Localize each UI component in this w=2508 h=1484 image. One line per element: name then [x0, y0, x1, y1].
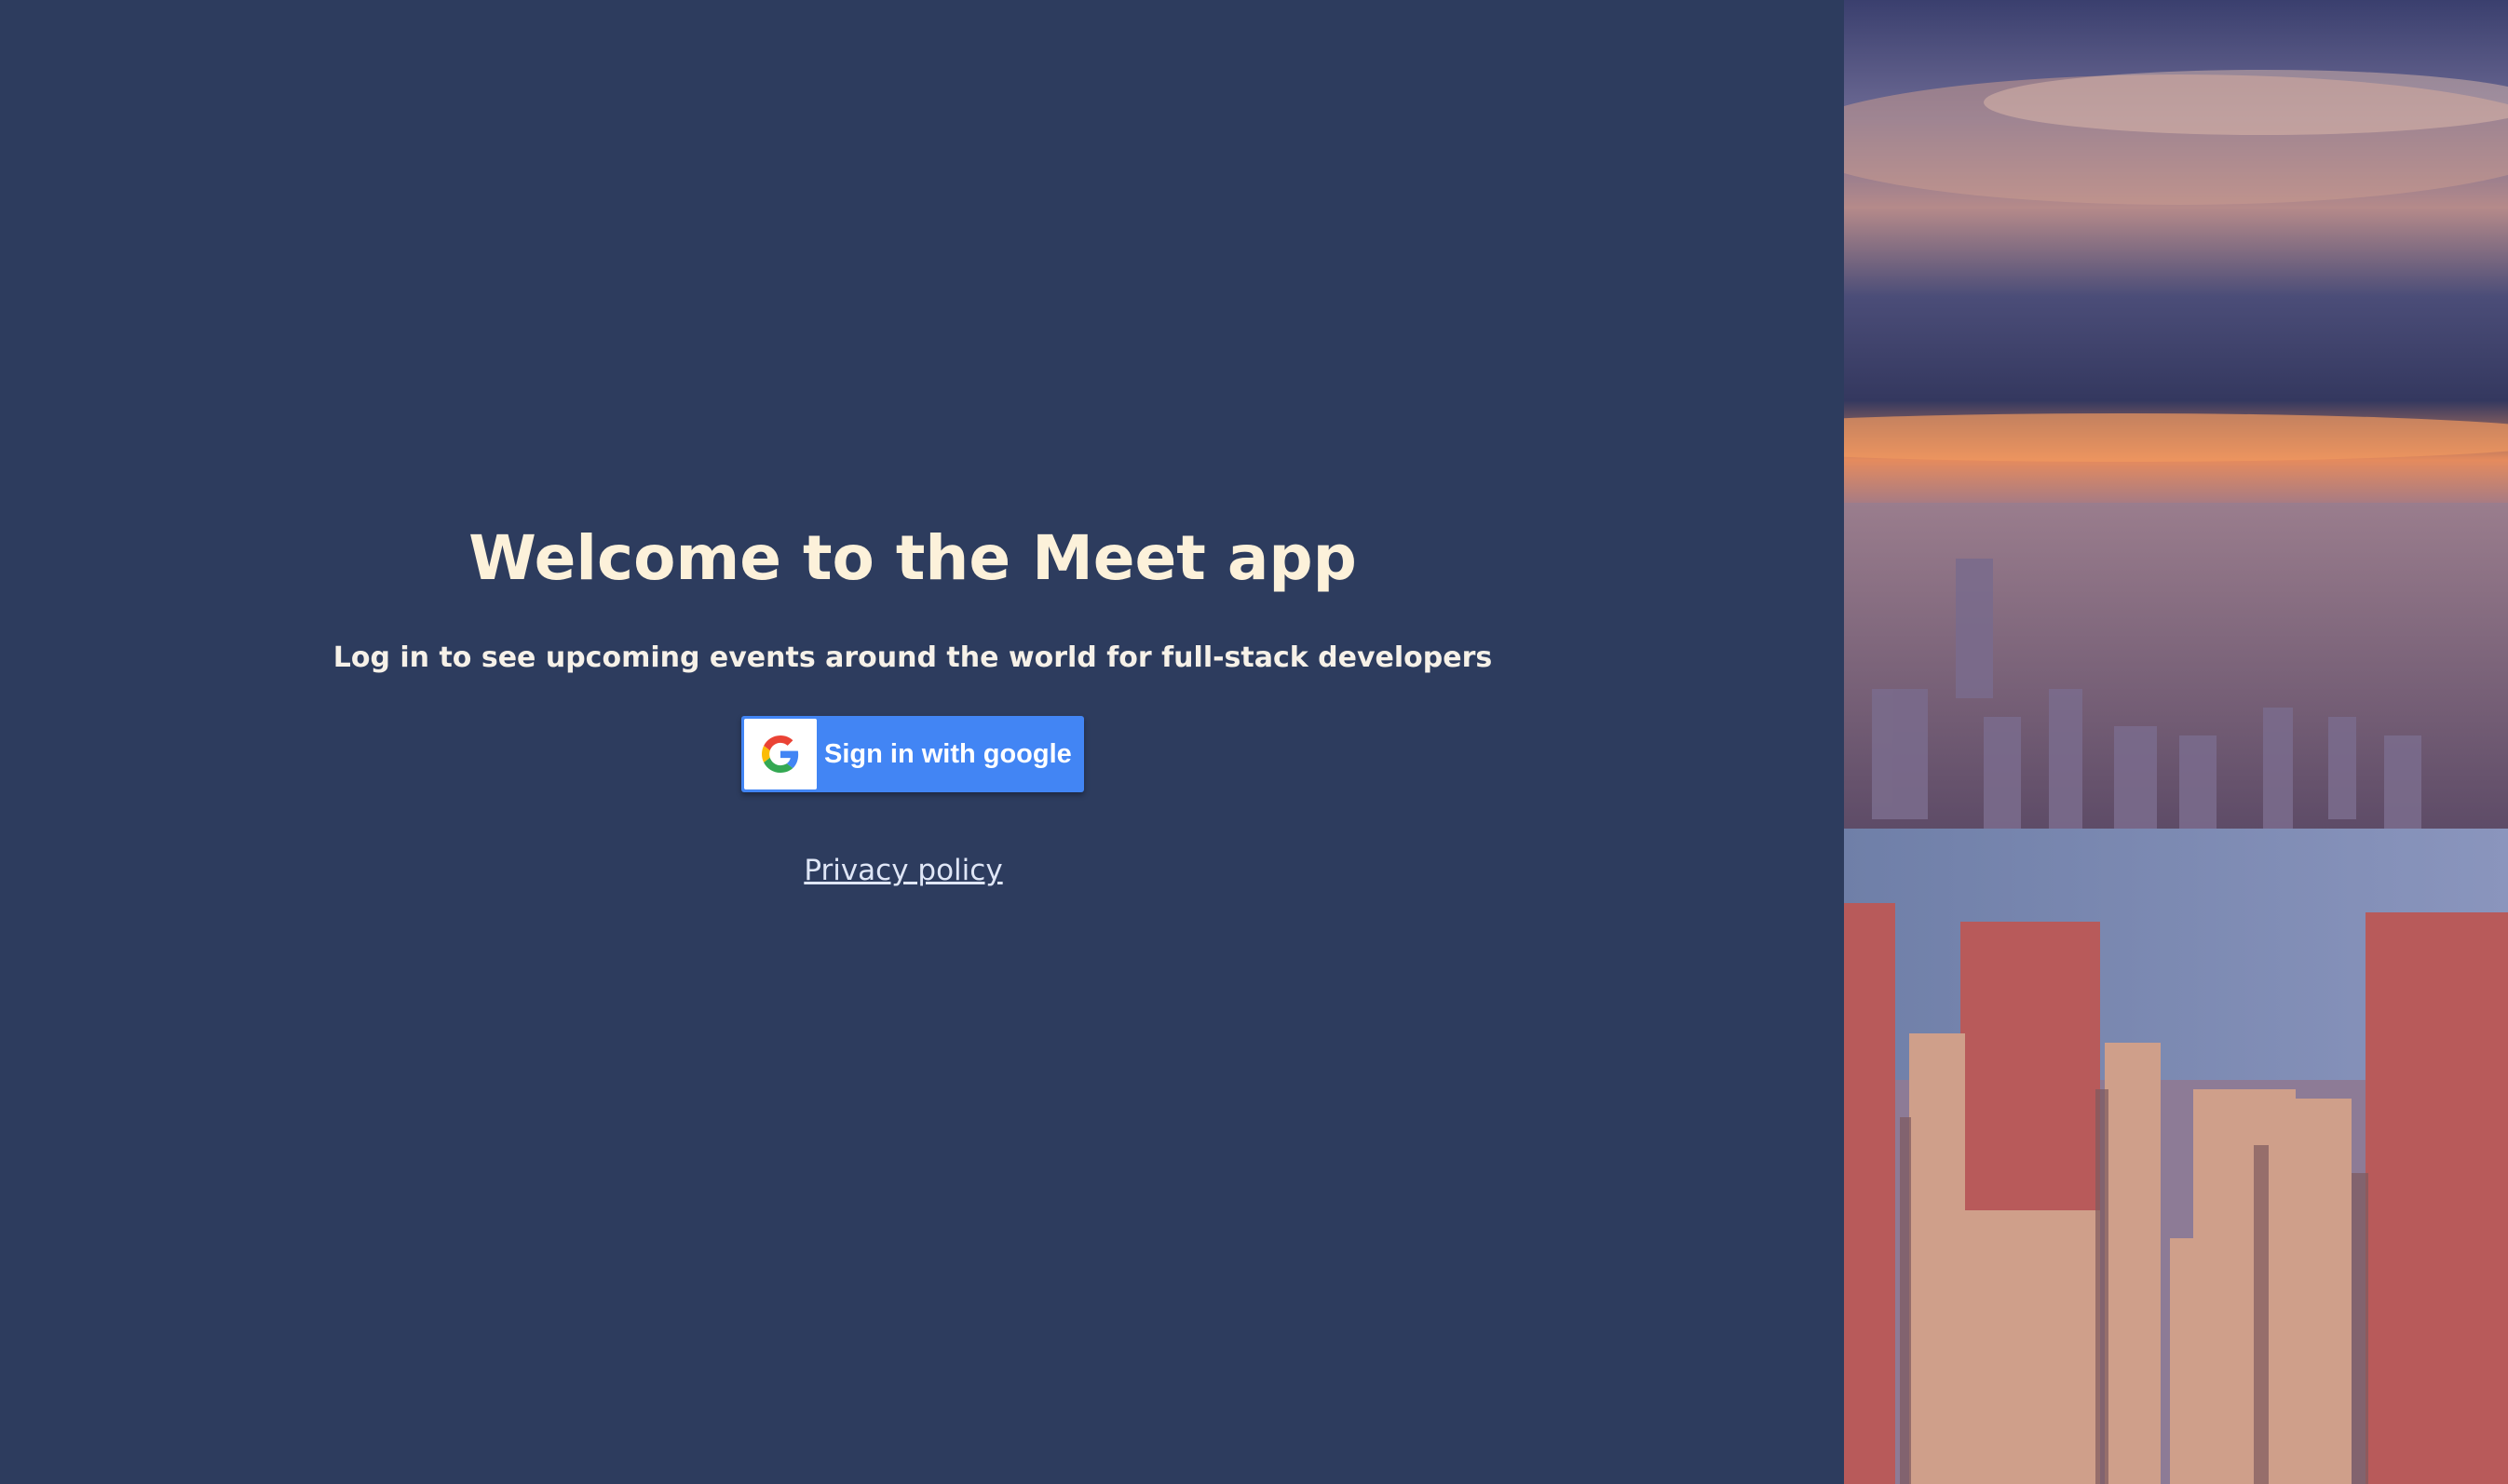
page-title: Welcome to the Meet app	[468, 522, 1357, 594]
login-panel: Welcome to the Meet app Log in to see up…	[0, 0, 1844, 1484]
google-sign-in-button[interactable]: Sign in with google	[741, 716, 1084, 792]
page-subtitle: Log in to see upcoming events around the…	[332, 641, 1493, 674]
city-skyline-photo	[1844, 0, 2508, 1484]
google-sign-in-label: Sign in with google	[824, 738, 1072, 769]
google-icon	[744, 719, 817, 789]
privacy-policy-link[interactable]: Privacy policy	[0, 849, 1807, 892]
